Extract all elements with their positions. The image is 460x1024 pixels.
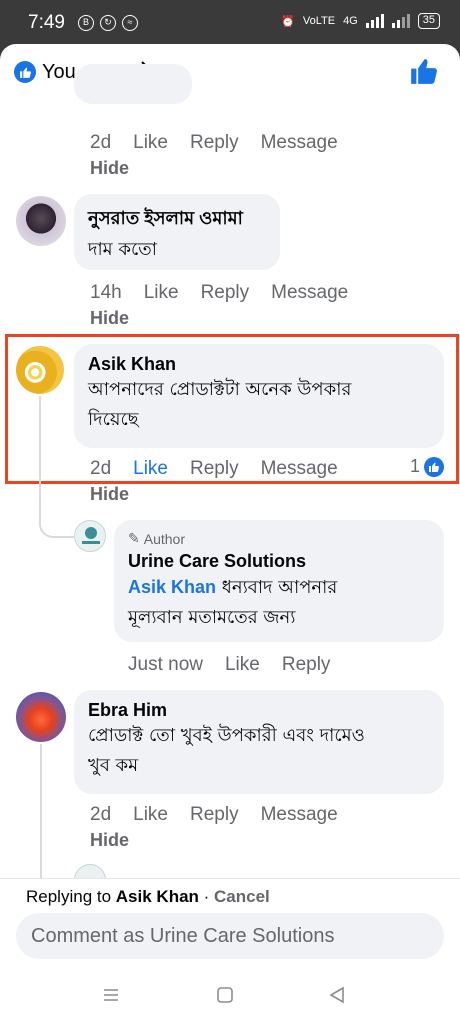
like-link[interactable]: Like xyxy=(225,654,260,676)
comment-actions: Just now Like Reply xyxy=(128,654,352,676)
commenter-name[interactable]: Ebra Him xyxy=(88,700,430,721)
back-icon[interactable] xyxy=(328,986,346,1008)
network-type: 4G xyxy=(343,15,358,27)
commenter-name[interactable]: নুসরাত ইসলাম ওমামা xyxy=(88,204,266,235)
comment-actions: 14h Like Reply Message xyxy=(90,282,370,304)
message-link[interactable]: Message xyxy=(261,804,338,826)
comment-text-line: দিয়েছে xyxy=(88,409,139,430)
battery-indicator: 35 xyxy=(417,13,440,29)
messenger-notification-icon: ≈ xyxy=(122,15,138,31)
b-notification-icon: B xyxy=(78,15,94,31)
replying-to: Replying to Asik Khan · Cancel xyxy=(26,887,270,907)
commenter-name[interactable]: Urine Care Solutions xyxy=(128,551,430,572)
replying-separator: · xyxy=(198,887,215,906)
avatar[interactable] xyxy=(16,346,64,394)
replying-prefix: Replying to xyxy=(26,887,116,906)
reaction-count[interactable]: 1 xyxy=(410,456,444,477)
like-button-icon[interactable] xyxy=(410,57,438,89)
like-link[interactable]: Like xyxy=(133,458,168,480)
message-link[interactable]: Message xyxy=(271,282,348,304)
status-right: ⏰ VoLTE 4G 35 xyxy=(281,13,440,29)
thread-connector xyxy=(40,744,42,884)
reply-link[interactable]: Reply xyxy=(201,282,250,304)
pencil-icon: ✎ xyxy=(128,530,140,546)
like-reaction-icon xyxy=(14,61,36,83)
author-tag-label: Author xyxy=(143,530,185,547)
comment-bubble[interactable]: ✎ Author Urine Care Solutions Asik Khan … xyxy=(114,520,444,642)
notification-icons: B ↻ ≈ xyxy=(78,15,138,31)
like-link[interactable]: Like xyxy=(133,132,168,154)
comments-sheet: You + 139 2d Like Reply Message Hide নুস… xyxy=(0,44,460,968)
comment-text: ধন্যবাদ আপনার xyxy=(216,577,338,598)
status-bar: 7:49 B ↻ ≈ ⏰ VoLTE 4G 35 xyxy=(0,0,460,44)
thread-connector xyxy=(39,396,75,538)
cancel-reply-button[interactable]: Cancel xyxy=(214,887,270,906)
like-reaction-icon xyxy=(424,456,444,477)
status-time: 7:49 xyxy=(28,12,65,33)
author-avatar[interactable] xyxy=(74,520,106,552)
mention-link[interactable]: Asik Khan xyxy=(128,577,216,597)
hide-link[interactable]: Hide xyxy=(90,158,129,179)
reply-composer: Replying to Asik Khan · Cancel Comment a… xyxy=(0,878,460,968)
hide-link[interactable]: Hide xyxy=(90,830,129,851)
urine-care-logo-icon xyxy=(82,527,100,544)
comment-actions: 2d Like Reply Message xyxy=(90,458,360,480)
comment-text-line: প্রোডাক্ট তো খুবই উপকারী এবং দামেও xyxy=(88,725,365,746)
comment-text: দাম কতো xyxy=(88,239,157,260)
signal-icon xyxy=(365,14,384,28)
like-link[interactable]: Like xyxy=(133,804,168,826)
comment-text-line: খুব কম xyxy=(88,755,139,776)
comment-text-line: Asik Khan ধন্যবাদ আপনার xyxy=(128,572,430,603)
comment-time: 2d xyxy=(90,804,112,825)
commenter-name[interactable]: Asik Khan xyxy=(88,354,430,375)
like-link[interactable]: Like xyxy=(144,282,179,304)
network-badge: VoLTE xyxy=(302,15,336,27)
recents-icon[interactable] xyxy=(102,986,120,1008)
comment-bubble[interactable]: নুসরাত ইসলাম ওমামা দাম কতো xyxy=(74,194,280,270)
author-tag: ✎ Author xyxy=(128,530,430,547)
comment-text-line: আপনাদের প্রোডাক্টটা অনেক উপকার xyxy=(88,379,352,400)
reaction-count-value: 1 xyxy=(409,456,420,476)
avatar[interactable] xyxy=(16,196,66,246)
comment-input-placeholder: Comment as Urine Care Solutions xyxy=(31,924,335,947)
comment-time: 14h xyxy=(90,282,122,303)
comment-actions: 2d Like Reply Message xyxy=(90,804,360,826)
reply-link[interactable]: Reply xyxy=(190,132,239,154)
comment-bubble[interactable]: Asik Khan আপনাদের প্রোডাক্টটা অনেক উপকার… xyxy=(74,344,444,448)
alarm-icon: ⏰ xyxy=(281,15,295,28)
replying-target: Asik Khan xyxy=(115,887,199,906)
message-link[interactable]: Message xyxy=(261,132,338,154)
comment-actions: 2d Like Reply Message xyxy=(90,132,360,154)
hide-link[interactable]: Hide xyxy=(90,484,129,505)
message-link[interactable]: Message xyxy=(261,458,338,480)
sheet-header: You + 139 xyxy=(0,44,460,100)
hide-link[interactable]: Hide xyxy=(90,308,129,329)
reply-link[interactable]: Reply xyxy=(190,458,239,480)
comment-input[interactable]: Comment as Urine Care Solutions xyxy=(16,913,444,959)
comment-text-line: মূল্যবান মতামতের জন্য xyxy=(128,607,296,628)
signal-icon-2 xyxy=(391,14,410,28)
system-nav-bar xyxy=(0,968,460,1024)
avatar[interactable] xyxy=(16,692,66,742)
sync-notification-icon: ↻ xyxy=(100,15,116,31)
home-icon[interactable] xyxy=(216,986,234,1008)
comment-bubble-partial[interactable] xyxy=(74,64,192,104)
reply-link[interactable]: Reply xyxy=(282,654,331,676)
comment-time: Just now xyxy=(128,654,203,675)
comment-time: 2d xyxy=(90,458,112,479)
reply-link[interactable]: Reply xyxy=(190,804,239,826)
comment-time: 2d xyxy=(90,132,112,153)
comment-bubble[interactable]: Ebra Him প্রোডাক্ট তো খুবই উপকারী এবং দা… xyxy=(74,690,444,794)
